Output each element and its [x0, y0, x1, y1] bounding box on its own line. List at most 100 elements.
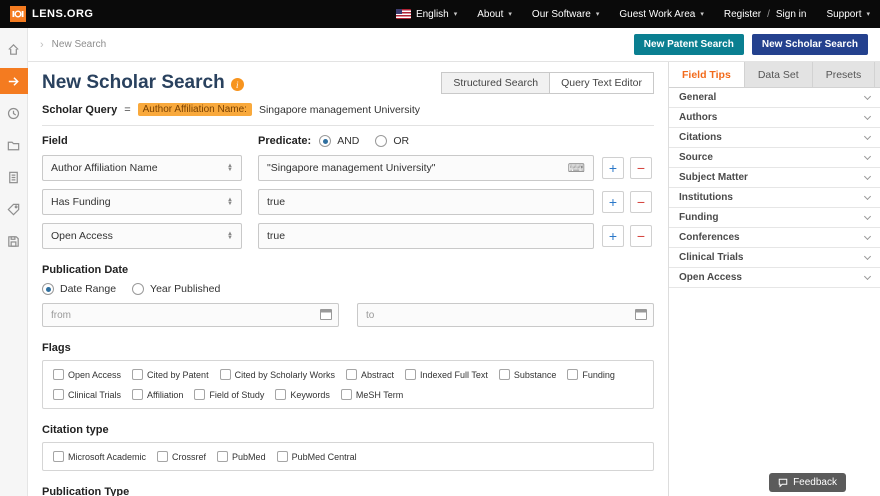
- keyboard-icon[interactable]: ⌨: [568, 161, 585, 175]
- citation-pubmed-central[interactable]: PubMed Central: [276, 451, 357, 462]
- checkbox-label: Cited by Patent: [147, 369, 209, 380]
- checkbox-icon[interactable]: [219, 369, 231, 380]
- add-row-button[interactable]: +: [602, 157, 624, 179]
- checkbox-label: MeSH Term: [355, 389, 404, 400]
- checkbox-icon[interactable]: [345, 369, 357, 380]
- checkbox-icon[interactable]: [404, 369, 416, 380]
- checkbox-icon[interactable]: [217, 451, 229, 462]
- remove-row-button[interactable]: −: [630, 191, 652, 213]
- flag-field-of-study[interactable]: Field of Study: [194, 389, 264, 400]
- checkbox-icon[interactable]: [132, 369, 144, 380]
- brand-name: LENS.ORG: [32, 8, 94, 20]
- language-menu[interactable]: English ▾: [386, 0, 467, 28]
- date-from-input[interactable]: [42, 303, 339, 327]
- home-icon[interactable]: [0, 36, 28, 62]
- query-row: Open Access ▲ ▼ true + −: [42, 223, 654, 249]
- section-label: Subject Matter: [679, 172, 748, 183]
- calendar-icon[interactable]: [635, 309, 647, 320]
- checkbox-label: Clinical Trials: [68, 389, 122, 400]
- year-published-radio[interactable]: [132, 283, 145, 295]
- add-row-button[interactable]: +: [602, 225, 624, 247]
- value-input[interactable]: "Singapore management University" ⌨: [258, 155, 594, 181]
- tags-icon[interactable]: [0, 196, 28, 222]
- checkbox-label: Microsoft Academic: [68, 451, 147, 462]
- lens-logo[interactable]: LENS.ORG: [0, 0, 103, 28]
- flag-substance[interactable]: Substance: [498, 369, 556, 380]
- calendar-icon[interactable]: [320, 309, 332, 320]
- new-search-icon[interactable]: [0, 68, 28, 94]
- tab-query-text-editor[interactable]: Query Text Editor: [549, 72, 654, 94]
- checkbox-icon[interactable]: [498, 369, 510, 380]
- fieldtips-section-funding[interactable]: Funding: [669, 208, 880, 228]
- query-field-tag[interactable]: Author Affiliation Name:: [137, 103, 252, 116]
- date-range-radio[interactable]: [42, 283, 54, 295]
- checkbox-icon[interactable]: [132, 389, 144, 400]
- fieldtips-section-institutions[interactable]: Institutions: [669, 188, 880, 208]
- tab-structured-search[interactable]: Structured Search: [441, 72, 551, 94]
- feedback-button[interactable]: Feedback: [769, 473, 846, 492]
- guest-work-area-menu[interactable]: Guest Work Area ▾: [609, 0, 713, 28]
- flag-open-access[interactable]: Open Access: [53, 369, 121, 380]
- checkbox-icon[interactable]: [53, 369, 64, 380]
- predicate-or-radio[interactable]: [375, 135, 388, 147]
- fieldtips-section-authors[interactable]: Authors: [669, 108, 880, 128]
- register-link[interactable]: Register: [724, 9, 761, 20]
- new-scholar-search-button[interactable]: New Scholar Search: [751, 34, 868, 55]
- fieldtips-section-conferences[interactable]: Conferences: [669, 228, 880, 248]
- checkbox-icon[interactable]: [567, 369, 579, 380]
- checkbox-icon[interactable]: [340, 389, 352, 400]
- scholar-query-bar: Scholar Query = Author Affiliation Name:…: [42, 103, 654, 116]
- flag-cited-by-scholarly-works[interactable]: Cited by Scholarly Works: [219, 369, 335, 380]
- field-select[interactable]: Open Access ▲ ▼: [42, 223, 242, 249]
- value-input[interactable]: true: [258, 223, 594, 249]
- field-select[interactable]: Has Funding ▲ ▼: [42, 189, 242, 215]
- checkbox-icon[interactable]: [194, 389, 206, 400]
- remove-row-button[interactable]: −: [630, 225, 652, 247]
- predicate-and-radio[interactable]: [319, 135, 332, 147]
- fieldtips-section-general[interactable]: General: [669, 88, 880, 108]
- fieldtips-section-citations[interactable]: Citations: [669, 128, 880, 148]
- tab-presets[interactable]: Presets: [813, 62, 876, 87]
- select-arrows-icon: ▲ ▼: [227, 196, 233, 207]
- breadcrumb-actions: New Patent Search New Scholar Search: [633, 34, 868, 55]
- flag-clinical-trials[interactable]: Clinical Trials: [53, 389, 121, 400]
- about-menu[interactable]: About ▾: [467, 0, 522, 28]
- info-icon[interactable]: i: [230, 78, 244, 91]
- flag-keywords[interactable]: Keywords: [275, 389, 330, 400]
- value-input[interactable]: true: [258, 189, 594, 215]
- checkbox-icon[interactable]: [275, 389, 287, 400]
- checkbox-icon[interactable]: [276, 451, 288, 462]
- add-row-button[interactable]: +: [602, 191, 624, 213]
- search-history-icon[interactable]: [0, 100, 28, 126]
- collections-folder-icon[interactable]: [0, 132, 28, 158]
- flag-indexed-full-text[interactable]: Indexed Full Text: [404, 369, 488, 380]
- our-software-menu[interactable]: Our Software ▾: [522, 0, 609, 28]
- signin-link[interactable]: Sign in: [776, 9, 807, 20]
- checkbox-icon[interactable]: [53, 451, 64, 462]
- citation-pubmed[interactable]: PubMed: [217, 451, 266, 462]
- citation-microsoft-academic[interactable]: Microsoft Academic: [53, 451, 146, 462]
- checkbox-label: Affiliation: [147, 389, 184, 400]
- new-patent-search-button[interactable]: New Patent Search: [633, 34, 744, 55]
- tab-field-tips[interactable]: Field Tips: [669, 62, 745, 87]
- flag-funding[interactable]: Funding: [567, 369, 615, 380]
- date-to-input[interactable]: [357, 303, 654, 327]
- us-flag-icon: [395, 9, 411, 19]
- flag-abstract[interactable]: Abstract: [345, 369, 394, 380]
- tab-data-set[interactable]: Data Set: [745, 62, 813, 87]
- checkbox-icon[interactable]: [53, 389, 64, 400]
- checkbox-icon[interactable]: [157, 451, 169, 462]
- flag-cited-by-patent[interactable]: Cited by Patent: [132, 369, 209, 380]
- notes-icon[interactable]: [0, 164, 28, 190]
- saved-queries-icon[interactable]: [0, 228, 28, 254]
- field-select[interactable]: Author Affiliation Name ▲ ▼: [42, 155, 242, 181]
- fieldtips-section-subject-matter[interactable]: Subject Matter: [669, 168, 880, 188]
- fieldtips-section-source[interactable]: Source: [669, 148, 880, 168]
- remove-row-button[interactable]: −: [630, 157, 652, 179]
- flag-mesh-term[interactable]: MeSH Term: [340, 389, 404, 400]
- fieldtips-section-open-access[interactable]: Open Access: [669, 268, 880, 288]
- flag-affiliation[interactable]: Affiliation: [132, 389, 183, 400]
- citation-crossref[interactable]: Crossref: [157, 451, 206, 462]
- support-menu[interactable]: Support ▾: [816, 0, 880, 28]
- fieldtips-section-clinical-trials[interactable]: Clinical Trials: [669, 248, 880, 268]
